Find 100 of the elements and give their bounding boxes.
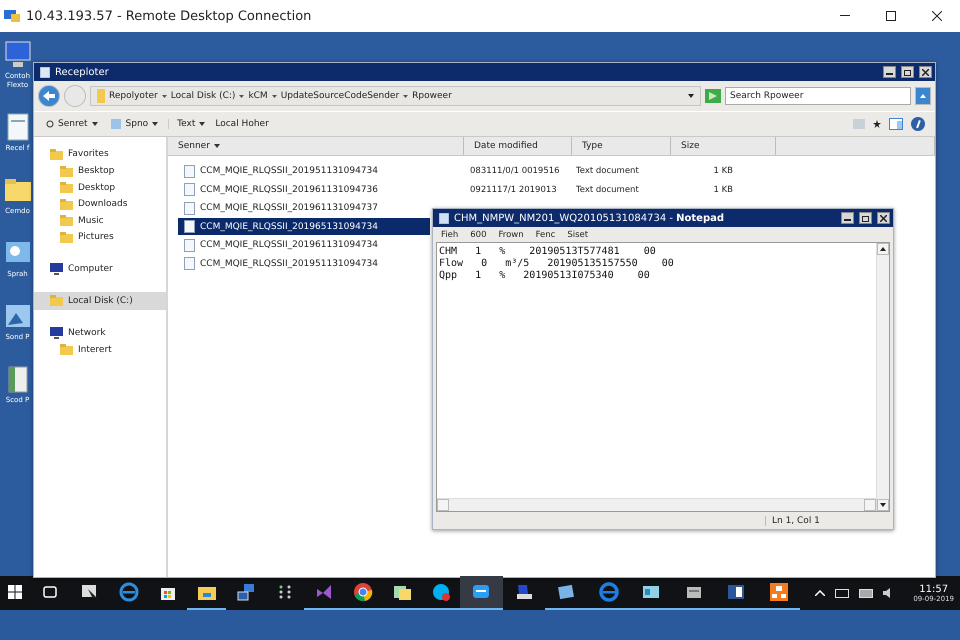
file-row[interactable]: CCM_MQIE_RLQSSII_201951131094734	[178, 162, 430, 180]
breadcrumb-item[interactable]: Rpoweer	[412, 91, 452, 101]
minimize-icon	[840, 15, 850, 17]
cursor-window-icon	[80, 583, 100, 601]
caret-icon	[239, 94, 244, 98]
sidebar-item[interactable]: Music	[34, 212, 166, 229]
menu-item[interactable]: Fieh	[441, 230, 458, 240]
sidebar-item[interactable]: Network	[34, 324, 166, 342]
folder-icon	[60, 232, 73, 243]
address-bar[interactable]: Repolyoter Local Disk (C:) kCM UpdateSourceCodeSender Rpoweer	[90, 86, 701, 106]
chevron-up-icon	[815, 590, 826, 596]
caret-icon	[92, 122, 98, 126]
sidebar-item[interactable]: Desktop	[34, 180, 166, 196]
toolbar-button[interactable]: Text	[168, 119, 208, 129]
back-button[interactable]	[38, 85, 60, 107]
scroll-down-button[interactable]	[877, 499, 889, 511]
close-icon	[880, 214, 887, 222]
menu-item[interactable]: 600	[470, 230, 486, 240]
folder-icon	[60, 182, 73, 194]
toolbar-button[interactable]: Senret	[44, 119, 100, 129]
column-header[interactable]: Date modified	[464, 137, 572, 155]
search-field[interactable]: Search Rpoweer	[725, 87, 911, 105]
sidebar-item[interactable]: Besktop	[34, 163, 166, 180]
sidebar-item[interactable]: Local Disk (C:)	[34, 292, 166, 310]
network-window-icon	[236, 582, 256, 602]
caret-icon	[688, 94, 694, 98]
file-row[interactable]: CCM_MQIE_RLQSSII_201961131094737	[178, 200, 430, 217]
window-title: 10.43.193.57 - Remote Desktop Connection	[26, 8, 312, 24]
folder-icon	[60, 215, 73, 226]
browser-e-icon	[118, 582, 138, 602]
search-button[interactable]	[915, 87, 931, 105]
folder-icon	[50, 148, 63, 160]
preview-pane-icon	[889, 118, 903, 130]
sidebar-item[interactable]: Pictures	[34, 229, 166, 246]
breadcrumb-item[interactable]: Local Disk (C:)	[170, 91, 236, 101]
window-title: Receploter	[55, 66, 110, 78]
folder-icon	[40, 66, 50, 78]
caret-icon	[152, 122, 158, 126]
close-icon	[922, 68, 929, 76]
sidebar-item[interactable]: Favorites	[34, 145, 166, 163]
chrome-icon	[352, 582, 372, 602]
caret-icon	[272, 94, 277, 98]
view-icon	[853, 119, 865, 129]
close-button[interactable]	[877, 212, 890, 224]
menu-item[interactable]: Frown	[498, 230, 524, 240]
close-icon	[932, 11, 942, 21]
task-view-icon	[42, 585, 58, 599]
breadcrumb-item[interactable]: Repolyoter	[109, 91, 158, 101]
menu-item[interactable]: Fenc	[536, 230, 556, 240]
window-title: CHM_NMPW_NM201_WQ20105131084734 - Notepad	[454, 212, 726, 224]
file-row[interactable]: CCM_MQIE_RLQSSII_201951131094734	[178, 255, 430, 272]
column-header[interactable]: Type	[572, 137, 671, 155]
sidebar-item[interactable]: Computer	[34, 260, 166, 278]
skype-icon	[430, 582, 450, 602]
caret-icon	[880, 247, 886, 251]
remote-desktop-icon	[4, 9, 20, 23]
circle-icon	[46, 120, 54, 128]
breadcrumb-item[interactable]: UpdateSourceCodeSender	[280, 91, 400, 101]
back-arrow-icon	[43, 91, 55, 101]
scroll-up-button[interactable]	[877, 243, 889, 255]
maximize-icon	[886, 11, 896, 21]
word-document-icon	[726, 582, 746, 602]
status-text: Ln 1, Col 1	[765, 516, 875, 526]
restore-icon	[904, 68, 911, 76]
display-icon	[859, 588, 874, 598]
folder-icon	[60, 198, 73, 210]
caret-icon	[880, 503, 886, 507]
edge-icon	[598, 582, 619, 602]
menu-item[interactable]: Siset	[567, 230, 588, 240]
help-icon	[911, 117, 925, 131]
column-header[interactable]: Senner	[168, 137, 464, 155]
file-row[interactable]: CCM_MQIE_RLQSSII_201961131094736	[178, 181, 430, 198]
restore-button[interactable]	[901, 66, 914, 78]
toolbar-button[interactable]: Spno	[108, 118, 160, 130]
windows-logo-icon	[8, 585, 22, 599]
star-icon	[873, 120, 881, 128]
computer-icon	[2, 40, 32, 70]
type-cell-text: Text document	[576, 184, 640, 195]
caret-icon	[199, 122, 206, 126]
close-button[interactable]	[919, 66, 932, 78]
restore-button[interactable]	[859, 212, 872, 224]
type-cell-text: Text document	[576, 166, 640, 176]
sidebar-item[interactable]: Interert	[34, 342, 166, 358]
folder-icon	[60, 344, 73, 356]
caret-icon	[403, 94, 408, 98]
folder-icon	[60, 166, 73, 177]
diagram-icon	[768, 582, 789, 602]
file-row[interactable]: CCM_MQIE_RLQSSII_201965131094734	[178, 218, 430, 236]
file-row[interactable]: CCM_MQIE_RLQSSII_201961131094734	[178, 236, 430, 254]
minimize-button[interactable]	[883, 66, 896, 78]
breadcrumb-item[interactable]: kCM	[248, 91, 268, 101]
caret-icon	[162, 94, 167, 98]
sidebar-item[interactable]: Downloads	[34, 196, 166, 212]
caret-icon	[920, 94, 926, 98]
minimize-button[interactable]	[841, 212, 854, 224]
column-header[interactable]: Size	[671, 137, 776, 155]
monitor-icon	[50, 326, 63, 338]
size-cell-text: 1 KB	[712, 184, 733, 195]
vertical-scrollbar[interactable]	[876, 243, 889, 511]
date-cell-text: 0921117/1 2019013	[470, 184, 558, 195]
